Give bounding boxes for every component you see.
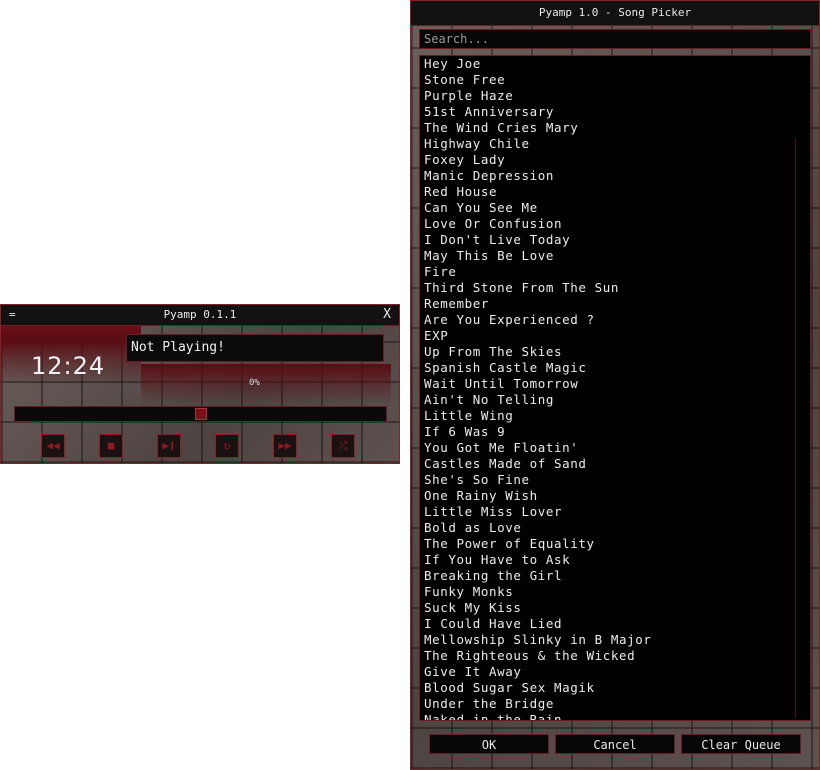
cancel-button[interactable]: Cancel <box>555 734 675 754</box>
song-picker-window: Pyamp 1.0 - Song Picker Hey JoeStone Fre… <box>410 0 820 770</box>
song-item[interactable]: Red House <box>424 184 810 200</box>
stop-icon: ■ <box>107 439 115 452</box>
picker-titlebar[interactable]: Pyamp 1.0 - Song Picker <box>411 1 819 26</box>
rewind-icon: ◀◀ <box>46 439 60 452</box>
menu-icon[interactable]: = <box>9 305 16 325</box>
song-item[interactable]: Bold as Love <box>424 520 810 536</box>
play-pause-button[interactable]: ▶❙ <box>157 434 181 458</box>
song-item[interactable]: Remember <box>424 296 810 312</box>
song-item[interactable]: One Rainy Wish <box>424 488 810 504</box>
song-item[interactable]: Manic Depression <box>424 168 810 184</box>
song-item[interactable]: Up From The Skies <box>424 344 810 360</box>
song-item[interactable]: The Power of Equality <box>424 536 810 552</box>
fast-forward-button[interactable]: ▶▶ <box>273 434 297 458</box>
song-item[interactable]: Third Stone From The Sun <box>424 280 810 296</box>
song-item[interactable]: Breaking the Girl <box>424 568 810 584</box>
seek-handle[interactable] <box>195 408 207 420</box>
song-item[interactable]: Ain't No Telling <box>424 392 810 408</box>
repeat-button[interactable]: ↻ <box>215 434 239 458</box>
song-item[interactable]: Are You Experienced ? <box>424 312 810 328</box>
song-item[interactable]: Funky Monks <box>424 584 810 600</box>
player-body: 12:24 Not Playing! 0% ◀◀ ■ ▶❙ ↻ ▶▶ ⤮ <box>1 326 399 463</box>
song-item[interactable]: Mellowship Slinky in B Major <box>424 632 810 648</box>
time-display: 12:24 <box>31 352 106 380</box>
song-item[interactable]: If You Have to Ask <box>424 552 810 568</box>
song-item[interactable]: I Could Have Lied <box>424 616 810 632</box>
song-item[interactable]: The Righteous & the Wicked <box>424 648 810 664</box>
song-item[interactable]: Fire <box>424 264 810 280</box>
rewind-button[interactable]: ◀◀ <box>41 434 65 458</box>
search-input[interactable] <box>419 29 811 49</box>
player-title: Pyamp 0.1.1 <box>163 308 237 321</box>
player-titlebar[interactable]: = Pyamp 0.1.1 X <box>1 305 399 326</box>
blood-drip-decoration-2 <box>141 364 391 404</box>
close-icon[interactable]: X <box>383 305 391 325</box>
progress-percent: 0% <box>249 378 260 388</box>
song-item[interactable]: I Don't Live Today <box>424 232 810 248</box>
song-item[interactable]: EXP <box>424 328 810 344</box>
song-item[interactable]: Wait Until Tomorrow <box>424 376 810 392</box>
song-item[interactable]: The Wind Cries Mary <box>424 120 810 136</box>
player-window: = Pyamp 0.1.1 X 12:24 Not Playing! 0% ◀◀… <box>0 304 400 464</box>
song-item[interactable]: Give It Away <box>424 664 810 680</box>
song-item[interactable]: Love Or Confusion <box>424 216 810 232</box>
song-item[interactable]: Little Miss Lover <box>424 504 810 520</box>
song-item[interactable]: Stone Free <box>424 72 810 88</box>
shuffle-button[interactable]: ⤮ <box>331 434 355 458</box>
song-item[interactable]: 51st Anniversary <box>424 104 810 120</box>
song-list-scrollbar[interactable] <box>795 138 808 718</box>
song-list[interactable]: Hey Joe Stone Free Purple Haze 51st Anniver… <box>419 55 811 721</box>
ok-button[interactable]: OK <box>429 734 549 754</box>
song-item[interactable]: Hey Joe <box>424 56 810 72</box>
song-item[interactable]: Purple Haze <box>424 88 810 104</box>
now-playing-display: Not Playing! <box>126 334 384 362</box>
song-item[interactable]: Blood Sugar Sex Magik <box>424 680 810 696</box>
repeat-icon: ↻ <box>223 439 231 452</box>
picker-title: Pyamp 1.0 - Song Picker <box>538 6 692 19</box>
song-item[interactable]: If 6 Was 9 <box>424 424 810 440</box>
song-item[interactable]: Highway Chile <box>424 136 810 152</box>
song-item[interactable]: She's So Fine <box>424 472 810 488</box>
song-list-items: Hey Joe Stone Free Purple Haze 51st Anniver… <box>420 56 810 720</box>
seek-bar[interactable] <box>14 406 387 422</box>
clear-queue-button[interactable]: Clear Queue <box>681 734 801 754</box>
song-item[interactable]: Under the Bridge <box>424 696 810 712</box>
song-item[interactable]: You Got Me Floatin' <box>424 440 810 456</box>
play-pause-icon: ▶❙ <box>162 439 176 452</box>
stop-button[interactable]: ■ <box>99 434 123 458</box>
song-item[interactable]: Foxey Lady <box>424 152 810 168</box>
song-item[interactable]: Can You See Me <box>424 200 810 216</box>
song-item[interactable]: Naked in the Rain <box>424 712 810 720</box>
song-item[interactable]: Spanish Castle Magic <box>424 360 810 376</box>
fast-forward-icon: ▶▶ <box>278 439 292 452</box>
shuffle-icon: ⤮ <box>338 439 348 452</box>
song-item[interactable]: Castles Made of Sand <box>424 456 810 472</box>
song-item[interactable]: May This Be Love <box>424 248 810 264</box>
song-item[interactable]: Suck My Kiss <box>424 600 810 616</box>
song-item[interactable]: Little Wing <box>424 408 810 424</box>
